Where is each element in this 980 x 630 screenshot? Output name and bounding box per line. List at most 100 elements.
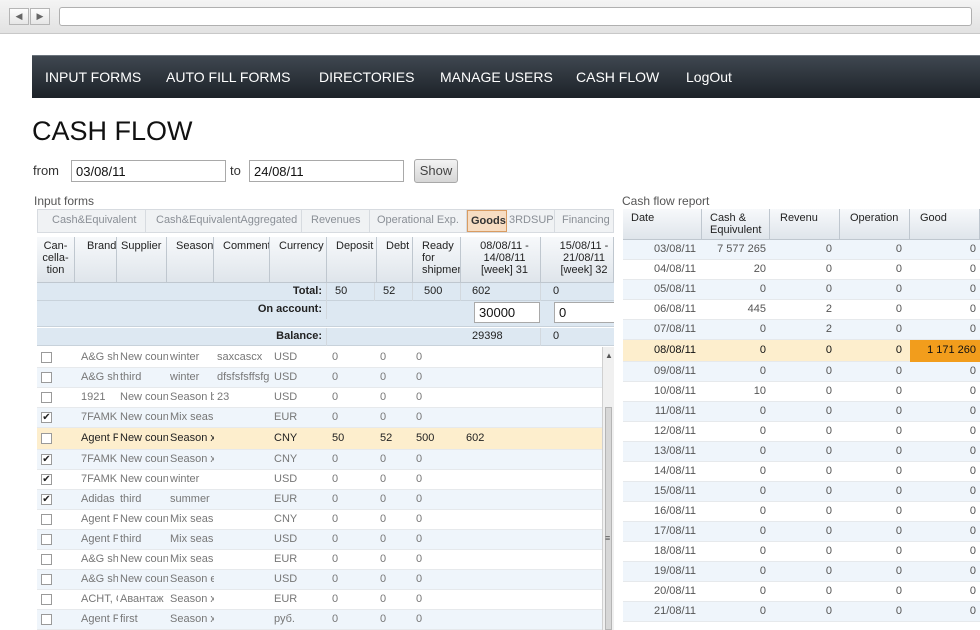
menu-auto-fill-forms[interactable]: AUTO FILL FORMS: [166, 69, 290, 85]
cancellation-checkbox[interactable]: [41, 554, 52, 565]
cancellation-checkbox[interactable]: [41, 433, 52, 444]
from-date-input[interactable]: 03/08/11: [71, 160, 226, 182]
menu-input-forms[interactable]: INPUT FORMS: [45, 69, 141, 85]
show-button[interactable]: Show: [414, 159, 458, 183]
report-cell-value: 0: [969, 545, 976, 557]
menu-logout[interactable]: LogOut: [686, 69, 732, 85]
table-row[interactable]: A&G sh New coun Mix seas EUR 0 0 0: [37, 550, 602, 570]
cancellation-checkbox[interactable]: ✔: [41, 494, 52, 505]
report-row[interactable]: 13/08/11 0 0 0 0: [623, 442, 980, 462]
tab-revenues[interactable]: Revenues: [302, 210, 370, 232]
col-week-31[interactable]: 08/08/11 - 14/08/11 [week] 31: [461, 237, 541, 283]
col-supplier[interactable]: Supplier: [117, 237, 167, 283]
table-row[interactable]: ✔ 7FAMK New coun Season x CNY 0 0 0: [37, 450, 602, 470]
table-row[interactable]: ✔ 7FAMK New coun Mix seas EUR 0 0 0: [37, 408, 602, 428]
menu-directories[interactable]: DIRECTORIES: [319, 69, 414, 85]
total-label: Total:: [37, 283, 327, 301]
report-row[interactable]: 20/08/11 0 0 0 0: [623, 582, 980, 602]
scroll-thumb[interactable]: [605, 407, 612, 630]
menu-cash-flow[interactable]: CASH FLOW: [576, 69, 659, 85]
browser-toolbar: ◀ ▶: [0, 0, 980, 34]
on-account-week-31-input[interactable]: 30000: [474, 302, 540, 323]
cancellation-checkbox[interactable]: ✔: [41, 454, 52, 465]
cancellation-checkbox[interactable]: ✔: [41, 412, 52, 423]
table-row[interactable]: Agent Pthird Mix seas USD 0 0 0: [37, 530, 602, 550]
cancellation-checkbox[interactable]: ✔: [41, 474, 52, 485]
table-row[interactable]: Agent Pfirst Season x руб. 0 0 0: [37, 610, 602, 630]
tab-3rdsupl[interactable]: 3RDSUPL: [507, 210, 555, 232]
table-row[interactable]: Agent P New coun Season x CNY 50 52 500 602: [37, 428, 602, 450]
table-row[interactable]: A&G sh New coun winter saxcascx USD 0 0 0: [37, 348, 602, 368]
cell-supplier: New coun: [120, 453, 168, 465]
cell-season: Season e: [170, 573, 214, 585]
report-row[interactable]: 03/08/11 7 577 265 0 0 0: [623, 240, 980, 260]
col-cancellation[interactable]: Can-cella-tion: [37, 237, 75, 283]
tab-operational-exp[interactable]: Operational Exp.: [370, 210, 467, 232]
report-row[interactable]: 06/08/11 445 2 0 0: [623, 300, 980, 320]
col-debt[interactable]: Debt: [377, 237, 413, 283]
cell-ready: 500: [416, 432, 435, 444]
table-row[interactable]: ACHT, САвантаж Season x EUR 0 0 0: [37, 590, 602, 610]
report-row[interactable]: 16/08/11 0 0 0 0: [623, 502, 980, 522]
col-week-32[interactable]: 15/08/11 - 21/08/11 [week] 32: [541, 237, 614, 283]
report-row[interactable]: 04/08/11 20 0 0 0: [623, 260, 980, 280]
cell-brand: Agent P: [81, 533, 118, 545]
table-row[interactable]: A&G sh third winter dfsfsfsffsfg USD 0 0 0: [37, 368, 602, 388]
report-row[interactable]: 14/08/11 0 0 0 0: [623, 462, 980, 482]
col-brand[interactable]: Brand: [75, 237, 117, 283]
report-row[interactable]: 07/08/11 0 2 0 0: [623, 320, 980, 340]
report-col-cash[interactable]: Cash & Equivulent: [702, 209, 770, 240]
col-comment[interactable]: Comment: [214, 237, 270, 283]
cancellation-checkbox[interactable]: [41, 352, 52, 363]
cancellation-checkbox[interactable]: [41, 534, 52, 545]
report-col-goods[interactable]: Good: [910, 209, 980, 240]
report-col-revenue[interactable]: Revenu: [770, 209, 840, 240]
report-row[interactable]: 05/08/11 0 0 0 0: [623, 280, 980, 300]
report-row[interactable]: 09/08/11 0 0 0 0: [623, 362, 980, 382]
cancellation-checkbox[interactable]: [41, 392, 52, 403]
address-bar[interactable]: [59, 7, 972, 26]
report-row[interactable]: 11/08/11 0 0 0 0: [623, 402, 980, 422]
report-row[interactable]: 08/08/11 0 0 0 1 171 260: [623, 340, 980, 362]
tab-cash-equivalent-aggregated[interactable]: Cash&EquivalentAggregated: [146, 210, 302, 232]
menu-manage-users[interactable]: MANAGE USERS: [440, 69, 553, 85]
report-col-operation[interactable]: Operation: [840, 209, 910, 240]
report-row[interactable]: 10/08/11 10 0 0 0: [623, 382, 980, 402]
cell-season: Mix seas: [170, 513, 214, 525]
to-date-input[interactable]: 24/08/11: [249, 160, 404, 182]
cell-ready: 0: [416, 493, 423, 505]
cancellation-checkbox[interactable]: [41, 574, 52, 585]
forward-arrow-icon[interactable]: ▶: [30, 8, 50, 25]
col-season[interactable]: Season: [167, 237, 214, 283]
cancellation-checkbox[interactable]: [41, 514, 52, 525]
report-row[interactable]: 12/08/11 0 0 0 0: [623, 422, 980, 442]
report-col-date[interactable]: Date: [623, 209, 702, 240]
table-row[interactable]: 1921 New coun Season b 23 USD 0 0 0: [37, 388, 602, 408]
grid-scrollbar[interactable]: ▲ ≡: [602, 347, 614, 630]
scroll-up-icon[interactable]: ▲: [605, 351, 613, 360]
col-deposit[interactable]: Deposit: [327, 237, 377, 283]
report-row[interactable]: 21/08/11 0 0 0 0: [623, 602, 980, 622]
tab-financing[interactable]: Financing: [555, 210, 613, 232]
col-currency[interactable]: Currency: [270, 237, 327, 283]
report-cell-value: 0: [969, 605, 976, 617]
cancellation-checkbox[interactable]: [41, 594, 52, 605]
report-cell-value: 0: [895, 385, 902, 397]
report-row[interactable]: 18/08/11 0 0 0 0: [623, 542, 980, 562]
table-row[interactable]: Agent P New coun Mix seas CNY 0 0 0: [37, 510, 602, 530]
back-arrow-icon[interactable]: ◀: [9, 8, 29, 25]
cancellation-checkbox[interactable]: [41, 372, 52, 383]
col-ready-for-shipment[interactable]: Ready for shipmen: [413, 237, 461, 283]
table-row[interactable]: ✔ Adidas third summer EUR 0 0 0: [37, 490, 602, 510]
cell-comment: saxcascx: [217, 351, 263, 363]
on-account-week-32-input[interactable]: 0: [554, 302, 614, 323]
cell-debt: 0: [380, 513, 387, 525]
table-row[interactable]: A&G sh New coun Season e USD 0 0 0: [37, 570, 602, 590]
report-row[interactable]: 15/08/11 0 0 0 0: [623, 482, 980, 502]
table-row[interactable]: ✔ 7FAMK New coun winter USD 0 0 0: [37, 470, 602, 490]
report-row[interactable]: 17/08/11 0 0 0 0: [623, 522, 980, 542]
tab-cash-equivalent[interactable]: Cash&Equivalent: [38, 210, 146, 232]
cancellation-checkbox[interactable]: [41, 614, 52, 625]
tab-goods[interactable]: Goods: [467, 210, 507, 232]
report-row[interactable]: 19/08/11 0 0 0 0: [623, 562, 980, 582]
